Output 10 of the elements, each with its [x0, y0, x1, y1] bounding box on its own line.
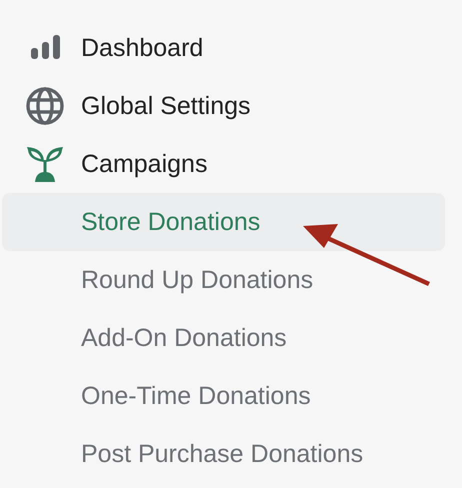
nav-subitem[interactable]: Round Up Donations [2, 251, 445, 309]
nav-subitem[interactable]: Add-On Donations [2, 309, 445, 367]
nav-subitem[interactable]: Post Purchase Donations [2, 425, 445, 483]
nav-item[interactable]: Global Settings [2, 77, 445, 135]
nav-subitem[interactable]: One-Time Donations [2, 367, 445, 425]
nav-subitem[interactable]: Store Donations [2, 193, 445, 251]
nav-item[interactable]: Campaigns [2, 135, 445, 193]
sprout-icon [25, 144, 65, 184]
nav-item[interactable]: Dashboard [2, 19, 445, 77]
globe-icon [25, 86, 65, 126]
